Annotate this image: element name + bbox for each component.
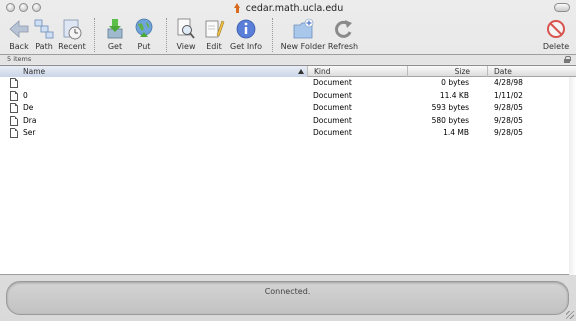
file-size: 1.4 MB — [443, 128, 469, 137]
recent-clock-icon — [63, 19, 82, 40]
column-header-date-label: Date — [494, 67, 512, 76]
file-date: 9/28/05 — [494, 115, 523, 125]
upload-icon — [135, 18, 153, 37]
file-name: 0 — [23, 90, 28, 100]
toolbar-separator — [166, 18, 167, 52]
get-info-button[interactable]: Get Info — [228, 16, 264, 54]
new-folder-button[interactable]: New Folder — [280, 16, 326, 54]
file-name: De — [23, 103, 34, 112]
column-header-bar: Name Kind Size Date — [0, 66, 576, 77]
connection-status-panel: Connected. — [6, 281, 569, 315]
delete-button[interactable]: Delete — [538, 16, 574, 54]
connection-status-text: Connected. — [264, 287, 311, 296]
get-label: Get — [107, 42, 123, 51]
edit-pencil-icon — [205, 20, 225, 38]
column-header-kind-label: Kind — [314, 67, 331, 76]
file-list: Name Kind Size Date Document 0 bytes 4/2… — [0, 65, 576, 275]
document-icon — [10, 115, 18, 126]
download-icon — [107, 19, 123, 39]
zoom-window-button[interactable] — [32, 3, 41, 12]
file-name: Dra — [23, 115, 37, 125]
file-date: 9/28/05 — [494, 103, 523, 112]
resize-grip-icon[interactable] — [566, 311, 574, 319]
view-label: View — [176, 42, 196, 51]
document-icon — [10, 128, 18, 138]
file-size: 11.4 KB — [439, 90, 469, 100]
file-row[interactable]: Ser Document 1.4 MB 9/28/05 — [0, 127, 576, 139]
window-controls — [6, 3, 41, 12]
file-date: 9/28/05 — [494, 128, 523, 137]
file-row[interactable]: Dra Document 580 bytes 9/28/05 — [0, 115, 576, 127]
refresh-label: Refresh — [327, 42, 359, 51]
title-bar: cedar.math.ucla.edu — [0, 0, 576, 16]
recent-label: Recent — [58, 42, 86, 51]
column-header-size-label: Size — [454, 67, 470, 76]
window-title: cedar.math.ucla.edu — [233, 3, 343, 14]
column-header-kind[interactable]: Kind — [307, 66, 407, 77]
file-name: Ser — [23, 128, 36, 137]
lock-icon — [564, 56, 571, 63]
document-icon — [10, 90, 18, 101]
scrollbar-track[interactable] — [569, 77, 576, 275]
toolbar-separator — [272, 18, 273, 52]
recent-button[interactable]: Recent — [54, 16, 90, 54]
new-folder-label: New Folder — [280, 42, 326, 51]
close-window-button[interactable] — [6, 3, 15, 12]
file-row[interactable]: Document 0 bytes 4/28/98 — [0, 77, 576, 89]
file-kind: Document — [313, 90, 352, 100]
get-info-label: Get Info — [230, 42, 262, 51]
put-button[interactable]: Put — [126, 16, 162, 54]
path-icon — [34, 19, 54, 39]
file-size: 593 bytes — [431, 103, 469, 112]
file-kind: Document — [313, 103, 352, 112]
sort-ascending-icon — [298, 69, 304, 74]
file-date: 4/28/98 — [494, 78, 523, 87]
server-proxy-icon[interactable] — [233, 3, 242, 13]
put-label: Put — [137, 42, 151, 51]
column-header-name[interactable]: Name — [0, 66, 307, 77]
toolbar-toggle-button[interactable] — [554, 3, 570, 12]
file-kind: Document — [313, 115, 352, 125]
minimize-window-button[interactable] — [19, 3, 28, 12]
file-kind: Document — [313, 128, 352, 137]
file-date: 1/11/02 — [494, 90, 523, 100]
column-header-date[interactable]: Date — [487, 66, 569, 77]
path-label: Path — [35, 42, 53, 51]
document-icon — [10, 78, 18, 88]
new-folder-icon — [293, 18, 314, 39]
edit-button[interactable]: Edit — [196, 16, 232, 54]
file-kind: Document — [313, 78, 352, 87]
delete-label: Delete — [542, 42, 570, 51]
toolbar: Back Path Recent Get Put View Edit Get I… — [0, 16, 576, 54]
column-header-size[interactable]: Size — [407, 66, 487, 77]
item-count: 5 items — [7, 55, 32, 63]
ftp-window: cedar.math.ucla.edu Back Path Recent Get… — [0, 0, 576, 321]
file-size: 580 bytes — [431, 115, 469, 125]
document-icon — [10, 103, 18, 113]
delete-icon — [547, 20, 565, 38]
info-icon — [236, 19, 256, 39]
file-size: 0 bytes — [441, 78, 469, 87]
window-title-text: cedar.math.ucla.edu — [245, 2, 344, 14]
refresh-icon — [335, 20, 352, 38]
view-magnifier-icon — [177, 18, 195, 39]
edit-label: Edit — [206, 42, 222, 51]
file-row[interactable]: De Document 593 bytes 9/28/05 — [0, 102, 576, 114]
file-row[interactable]: 0 Document 11.4 KB 1/11/02 — [0, 90, 576, 102]
toolbar-separator — [94, 18, 95, 52]
refresh-button[interactable]: Refresh — [325, 16, 361, 54]
column-header-name-label: Name — [23, 67, 46, 76]
item-count-bar: 5 items — [0, 54, 576, 64]
